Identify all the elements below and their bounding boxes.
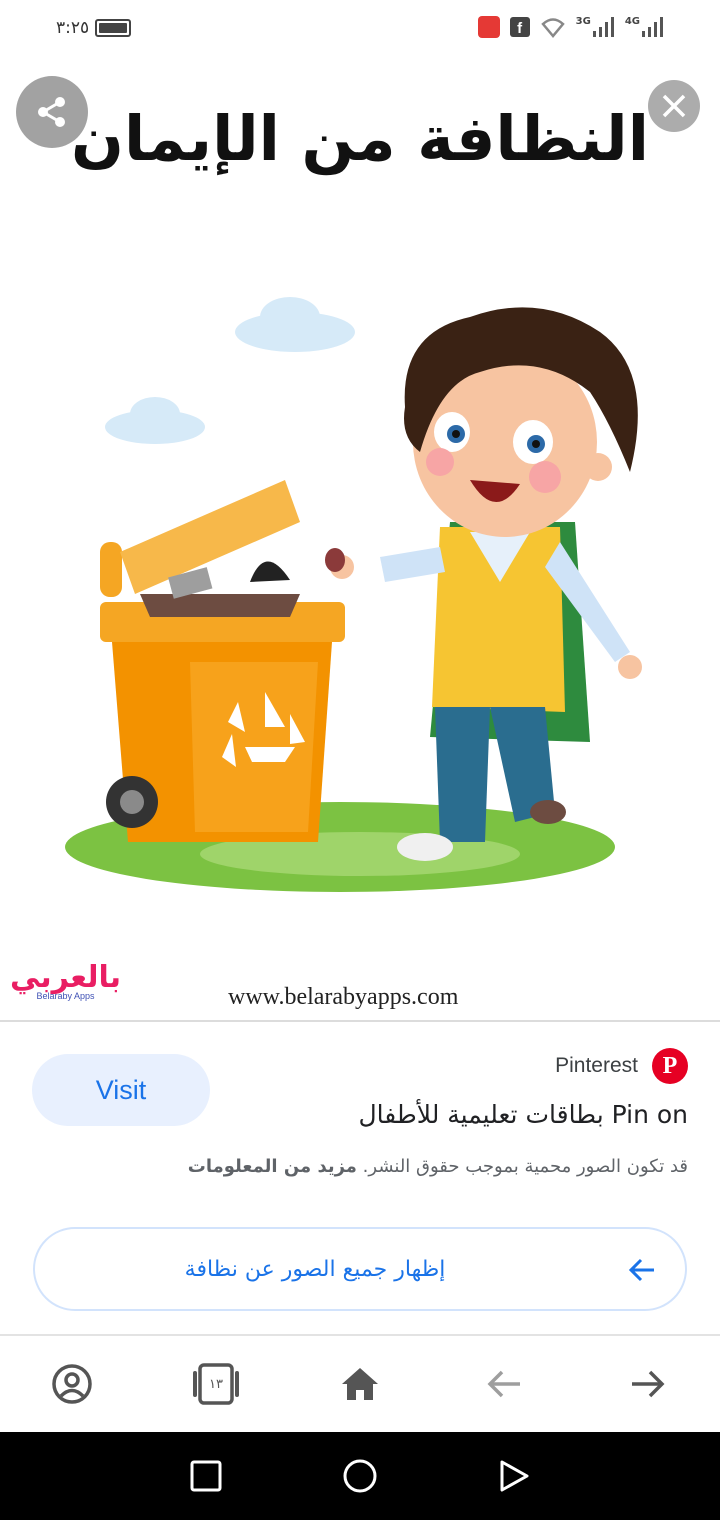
close-icon bbox=[662, 94, 686, 118]
status-bar: ٣:٢٥ f 3G 4G bbox=[0, 0, 720, 62]
home-icon bbox=[342, 1368, 378, 1400]
source-name: Pinterest bbox=[555, 1054, 638, 1077]
back-button[interactable] bbox=[480, 1360, 528, 1408]
battery-icon bbox=[95, 19, 132, 37]
network-3g-label: 3G bbox=[575, 16, 591, 27]
account-button[interactable] bbox=[48, 1360, 96, 1408]
pinterest-icon: P bbox=[652, 1048, 688, 1084]
wifi-icon bbox=[540, 18, 565, 38]
copyright-text: قد تكون الصور محمية بموجب حقوق النشر. bbox=[362, 1156, 688, 1177]
signal-icon bbox=[642, 17, 663, 37]
facebook-icon: f bbox=[509, 17, 530, 37]
home-circle-icon bbox=[343, 1459, 377, 1493]
forward-arrow-icon bbox=[632, 1370, 665, 1398]
close-button[interactable] bbox=[648, 80, 700, 132]
visit-button[interactable]: Visit bbox=[32, 1054, 210, 1126]
logo-english: Belaraby Apps bbox=[36, 991, 95, 1001]
copyright-notice: قد تكون الصور محمية بموجب حقوق النشر. مز… bbox=[188, 1156, 688, 1177]
trash-bin bbox=[100, 480, 345, 842]
forward-button[interactable] bbox=[624, 1360, 672, 1408]
system-back-button[interactable] bbox=[494, 1456, 534, 1496]
website-watermark: www.belarabyapps.com bbox=[228, 984, 459, 1010]
status-right: f 3G 4G bbox=[477, 16, 664, 38]
account-icon bbox=[52, 1364, 92, 1404]
show-all-images-label: إظهار جميع الصور عن نظافة bbox=[184, 1256, 446, 1282]
more-info-link[interactable]: مزيد من المعلومات bbox=[188, 1156, 357, 1177]
system-navigation-bar bbox=[0, 1432, 720, 1520]
system-home-button[interactable] bbox=[340, 1456, 380, 1496]
arrow-left-icon bbox=[628, 1258, 654, 1282]
recents-button[interactable] bbox=[186, 1456, 226, 1496]
recents-square-icon bbox=[190, 1460, 222, 1492]
image-title: النظافة من الإيمان bbox=[71, 102, 649, 175]
share-button[interactable] bbox=[16, 76, 88, 148]
image-viewer[interactable]: النظافة من الإيمان بالعربي Belaraby Apps… bbox=[0, 62, 720, 1020]
tabs-button[interactable]: ١٣ bbox=[192, 1360, 240, 1408]
logo-arabic: بالعربي bbox=[10, 960, 122, 995]
site-logo: بالعربي Belaraby Apps bbox=[10, 960, 121, 1001]
app-notification-icon bbox=[477, 16, 500, 38]
cleanliness-illustration bbox=[65, 297, 642, 892]
source-row[interactable]: Pinterest P bbox=[555, 1048, 688, 1084]
status-left: ٣:٢٥ bbox=[56, 18, 132, 38]
home-button[interactable] bbox=[336, 1360, 384, 1408]
signal-icon bbox=[592, 17, 614, 37]
back-triangle-icon bbox=[500, 1460, 529, 1492]
divider bbox=[0, 1020, 720, 1022]
show-all-images-button[interactable]: إظهار جميع الصور عن نظافة bbox=[33, 1227, 687, 1311]
network-4g-label: 4G bbox=[624, 16, 640, 27]
status-time: ٣:٢٥ bbox=[56, 18, 90, 38]
tabs-count: ١٣ bbox=[209, 1376, 223, 1392]
share-icon bbox=[38, 97, 65, 127]
boy-character bbox=[325, 307, 642, 861]
pin-title[interactable]: Pin on بطاقات تعليمية للأطفال bbox=[358, 1100, 688, 1129]
browser-toolbar: ١٣ bbox=[0, 1336, 720, 1432]
back-arrow-icon bbox=[487, 1370, 520, 1398]
